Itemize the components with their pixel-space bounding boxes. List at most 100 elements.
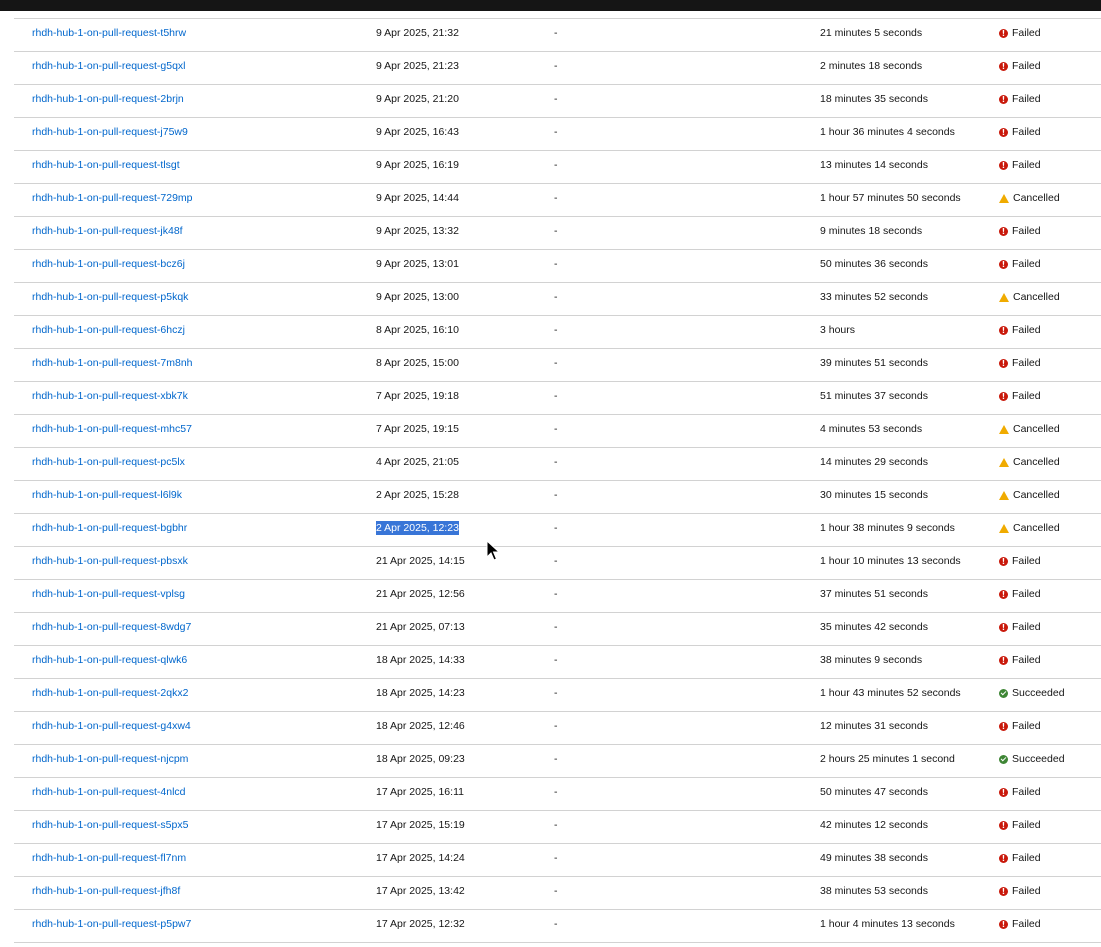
duration-cell: 37 minutes 51 seconds [820, 588, 928, 600]
name-cell: rhdh-hub-1-on-pull-request-729mp [32, 184, 193, 216]
status-label: Failed [1012, 852, 1041, 864]
table-row: rhdh-hub-1-on-pull-request-4nlcd 17 Apr 2… [14, 778, 1101, 811]
pipeline-run-link[interactable]: rhdh-hub-1-on-pull-request-pc5lx [32, 456, 185, 468]
started-cell: 18 Apr 2025, 14:23 [376, 679, 465, 711]
name-cell: rhdh-hub-1-on-pull-request-8wdg7 [32, 613, 191, 645]
pipeline-run-link[interactable]: rhdh-hub-1-on-pull-request-g5qxl [32, 60, 186, 72]
name-cell: rhdh-hub-1-on-pull-request-p5kqk [32, 283, 188, 315]
started-cell: 7 Apr 2025, 19:18 [376, 382, 459, 414]
started-text: 2 Apr 2025, 15:28 [376, 489, 459, 501]
pipeline-run-link[interactable]: rhdh-hub-1-on-pull-request-fl7nm [32, 852, 186, 864]
pipeline-run-link[interactable]: rhdh-hub-1-on-pull-request-njcpm [32, 753, 188, 765]
duration-cell: 49 minutes 38 seconds [820, 852, 928, 864]
table-row: rhdh-hub-1-on-pull-request-jk48f 9 Apr 20… [14, 217, 1101, 250]
pipeline-run-link[interactable]: rhdh-hub-1-on-pull-request-jfh8f [32, 885, 180, 897]
pipeline-run-link[interactable]: rhdh-hub-1-on-pull-request-bcz6j [32, 258, 185, 270]
status-cell: Failed [999, 877, 1041, 905]
task-status-cell: - [554, 819, 558, 831]
pipeline-run-link[interactable]: rhdh-hub-1-on-pull-request-xbk7k [32, 390, 188, 402]
status-cell: Cancelled [999, 481, 1060, 509]
started-cell: 7 Apr 2025, 19:15 [376, 415, 459, 447]
exclamation-circle-icon [999, 226, 1008, 236]
task-status-cell: - [554, 159, 558, 171]
exclamation-circle-icon [999, 127, 1008, 137]
pipeline-run-link[interactable]: rhdh-hub-1-on-pull-request-2qkx2 [32, 687, 188, 699]
duration-cell: 33 minutes 52 seconds [820, 291, 928, 303]
status-cell: Failed [999, 217, 1041, 245]
name-cell: rhdh-hub-1-on-pull-request-7m8nh [32, 349, 193, 381]
warning-triangle-icon [999, 424, 1009, 434]
task-status-cell: - [554, 126, 558, 138]
duration-cell: 9 minutes 18 seconds [820, 225, 923, 237]
started-cell: 17 Apr 2025, 14:24 [376, 844, 465, 876]
status-cell: Failed [999, 118, 1041, 146]
pipeline-run-link[interactable]: rhdh-hub-1-on-pull-request-729mp [32, 192, 193, 204]
exclamation-circle-icon [999, 655, 1008, 665]
pipeline-run-link[interactable]: rhdh-hub-1-on-pull-request-2brjn [32, 93, 184, 105]
duration-cell: 38 minutes 53 seconds [820, 885, 928, 897]
status-label: Failed [1012, 93, 1041, 105]
pipeline-run-link[interactable]: rhdh-hub-1-on-pull-request-s5px5 [32, 819, 188, 831]
pipeline-run-link[interactable]: rhdh-hub-1-on-pull-request-g4xw4 [32, 720, 191, 732]
table-row: rhdh-hub-1-on-pull-request-7m8nh 8 Apr 20… [14, 349, 1101, 382]
status-cell: Cancelled [999, 514, 1060, 542]
started-text: 18 Apr 2025, 09:23 [376, 753, 465, 765]
pipeline-run-link[interactable]: rhdh-hub-1-on-pull-request-p5pw7 [32, 918, 191, 930]
check-circle-icon [999, 754, 1008, 764]
pipeline-run-link[interactable]: rhdh-hub-1-on-pull-request-tlsgt [32, 159, 180, 171]
pipeline-run-link[interactable]: rhdh-hub-1-on-pull-request-pbsxk [32, 555, 188, 567]
started-text: 21 Apr 2025, 07:13 [376, 621, 465, 633]
pipeline-run-link[interactable]: rhdh-hub-1-on-pull-request-8wdg7 [32, 621, 191, 633]
pipeline-run-link[interactable]: rhdh-hub-1-on-pull-request-l6l9k [32, 489, 182, 501]
name-cell: rhdh-hub-1-on-pull-request-tlsgt [32, 151, 180, 183]
pipeline-run-link[interactable]: rhdh-hub-1-on-pull-request-4nlcd [32, 786, 186, 798]
pipeline-run-link[interactable]: rhdh-hub-1-on-pull-request-6hczj [32, 324, 185, 336]
name-cell: rhdh-hub-1-on-pull-request-2brjn [32, 85, 184, 117]
started-text: 2 Apr 2025, 12:23 [376, 521, 459, 535]
started-text: 17 Apr 2025, 14:24 [376, 852, 465, 864]
status-cell: Cancelled [999, 283, 1060, 311]
started-text: 18 Apr 2025, 14:33 [376, 654, 465, 666]
table-row: rhdh-hub-1-on-pull-request-bgbhr 2 Apr 20… [14, 514, 1101, 547]
status-label: Failed [1012, 918, 1041, 930]
duration-cell: 4 minutes 53 seconds [820, 423, 923, 435]
started-cell: 8 Apr 2025, 15:00 [376, 349, 459, 381]
exclamation-circle-icon [999, 787, 1008, 797]
pipeline-run-link[interactable]: rhdh-hub-1-on-pull-request-bgbhr [32, 522, 187, 534]
task-status-cell: - [554, 423, 558, 435]
task-status-cell: - [554, 357, 558, 369]
task-status-cell: - [554, 192, 558, 204]
pipeline-run-link[interactable]: rhdh-hub-1-on-pull-request-jk48f [32, 225, 183, 237]
started-cell: 9 Apr 2025, 21:23 [376, 52, 459, 84]
name-cell: rhdh-hub-1-on-pull-request-t5hrw [32, 19, 186, 51]
duration-cell: 50 minutes 36 seconds [820, 258, 928, 270]
name-cell: rhdh-hub-1-on-pull-request-bcz6j [32, 250, 185, 282]
status-cell: Failed [999, 382, 1041, 410]
pipeline-run-link[interactable]: rhdh-hub-1-on-pull-request-p5kqk [32, 291, 188, 303]
table-row: rhdh-hub-1-on-pull-request-p5kqk 9 Apr 20… [14, 283, 1101, 316]
pipeline-run-link[interactable]: rhdh-hub-1-on-pull-request-t5hrw [32, 27, 186, 39]
pipeline-run-link[interactable]: rhdh-hub-1-on-pull-request-7m8nh [32, 357, 193, 369]
started-text: 9 Apr 2025, 13:00 [376, 291, 459, 303]
started-cell: 21 Apr 2025, 12:56 [376, 580, 465, 612]
name-cell: rhdh-hub-1-on-pull-request-qlwk6 [32, 646, 187, 678]
started-cell: 17 Apr 2025, 15:19 [376, 811, 465, 843]
pipeline-run-link[interactable]: rhdh-hub-1-on-pull-request-qlwk6 [32, 654, 187, 666]
started-text: 21 Apr 2025, 14:15 [376, 555, 465, 567]
duration-cell: 18 minutes 35 seconds [820, 93, 928, 105]
table-row: rhdh-hub-1-on-pull-request-t5hrw 9 Apr 20… [14, 18, 1101, 52]
exclamation-circle-icon [999, 325, 1008, 335]
duration-cell: 14 minutes 29 seconds [820, 456, 928, 468]
started-cell: 9 Apr 2025, 16:43 [376, 118, 459, 150]
status-cell: Failed [999, 19, 1041, 47]
status-cell: Cancelled [999, 415, 1060, 443]
pipeline-run-link[interactable]: rhdh-hub-1-on-pull-request-j75w9 [32, 126, 188, 138]
started-cell: 21 Apr 2025, 14:15 [376, 547, 465, 579]
pipeline-run-link[interactable]: rhdh-hub-1-on-pull-request-vplsg [32, 588, 185, 600]
pipeline-run-link[interactable]: rhdh-hub-1-on-pull-request-mhc57 [32, 423, 192, 435]
started-text: 4 Apr 2025, 21:05 [376, 456, 459, 468]
duration-cell: 2 hours 25 minutes 1 second [820, 753, 955, 765]
exclamation-circle-icon [999, 853, 1008, 863]
task-status-cell: - [554, 720, 558, 732]
table-row: rhdh-hub-1-on-pull-request-6hczj 8 Apr 20… [14, 316, 1101, 349]
